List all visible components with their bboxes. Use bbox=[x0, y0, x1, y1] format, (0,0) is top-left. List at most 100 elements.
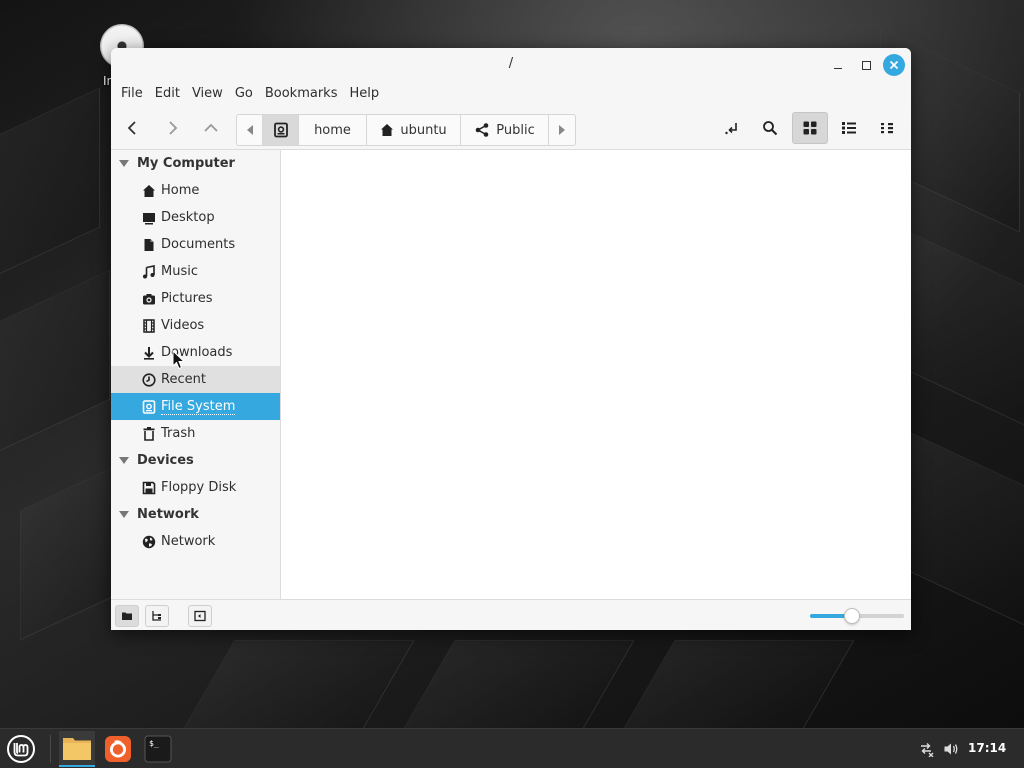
search-icon bbox=[763, 121, 778, 136]
chevron-left-icon bbox=[127, 121, 136, 135]
back-button[interactable] bbox=[121, 116, 145, 140]
taskbar-firefox-button[interactable] bbox=[100, 731, 136, 767]
pathbar-root[interactable] bbox=[263, 115, 299, 145]
titlebar[interactable]: / bbox=[111, 48, 911, 82]
trash-icon bbox=[141, 426, 157, 442]
drive-icon bbox=[141, 399, 157, 415]
sidebar-section-my-computer[interactable]: My Computer bbox=[111, 150, 280, 177]
folder-icon bbox=[122, 612, 132, 620]
taskbar-clock[interactable]: 17:14 bbox=[968, 741, 1006, 755]
menu-help[interactable]: Help bbox=[347, 82, 387, 106]
pathbar-segment-home[interactable]: home bbox=[299, 115, 367, 145]
search-button[interactable] bbox=[752, 112, 788, 144]
taskbar-terminal-button[interactable]: $_ bbox=[140, 731, 176, 767]
sidebar-item-label: Recent bbox=[161, 372, 206, 387]
zoom-slider-handle[interactable] bbox=[844, 608, 860, 624]
sidebar-item-videos[interactable]: Videos bbox=[111, 312, 280, 339]
menu-go[interactable]: Go bbox=[233, 82, 261, 106]
share-icon bbox=[475, 123, 489, 137]
film-icon bbox=[141, 318, 157, 334]
taskbar: $_ 17:14 bbox=[0, 728, 1024, 768]
mouse-cursor-icon bbox=[172, 350, 186, 370]
network-tray-icon[interactable] bbox=[916, 739, 936, 759]
compact-view-icon bbox=[881, 123, 893, 134]
file-view-area[interactable] bbox=[282, 150, 911, 599]
files-icon bbox=[63, 738, 91, 760]
close-icon[interactable] bbox=[883, 54, 905, 76]
sidebar-item-label: Documents bbox=[161, 237, 236, 252]
music-icon bbox=[141, 264, 157, 280]
menu-file[interactable]: File bbox=[119, 82, 151, 106]
sidebar-item-network[interactable]: Network bbox=[111, 528, 280, 555]
sidebar-item-label: Videos bbox=[161, 318, 205, 333]
show-places-button[interactable] bbox=[115, 605, 139, 627]
menu-bookmarks[interactable]: Bookmarks bbox=[263, 82, 346, 106]
sidebar-section-network[interactable]: Network bbox=[111, 501, 280, 528]
home-icon bbox=[141, 183, 157, 199]
document-icon bbox=[141, 237, 157, 253]
firefox-icon bbox=[105, 736, 131, 762]
expander-down-icon bbox=[119, 160, 129, 167]
sidebar-item-floppy-disk[interactable]: Floppy Disk bbox=[111, 474, 280, 501]
volume-tray-icon[interactable] bbox=[941, 739, 961, 759]
pathbar: home ubuntu Public bbox=[236, 114, 576, 146]
icon-view-icon bbox=[803, 121, 817, 135]
drive-icon bbox=[273, 122, 288, 138]
pathbar-segment-ubuntu[interactable]: ubuntu bbox=[367, 115, 461, 145]
triangle-right-icon bbox=[559, 125, 565, 135]
forward-button[interactable] bbox=[160, 116, 184, 140]
sidebar-toggle-icon bbox=[194, 610, 206, 622]
window-title: / bbox=[508, 56, 514, 71]
pathbar-segment-public[interactable]: Public bbox=[461, 115, 549, 145]
sidebar-section-title: Devices bbox=[137, 453, 194, 468]
up-button[interactable] bbox=[199, 116, 223, 140]
mint-menu-button[interactable] bbox=[4, 732, 38, 766]
toggle-sidebar-button[interactable] bbox=[188, 605, 212, 627]
sidebar: My Computer Home Desktop Documents Music… bbox=[111, 150, 281, 599]
taskbar-files-button[interactable] bbox=[59, 731, 95, 767]
terminal-icon: $_ bbox=[144, 735, 172, 763]
sidebar-item-label: Desktop bbox=[161, 210, 215, 225]
sidebar-item-documents[interactable]: Documents bbox=[111, 231, 280, 258]
floppy-icon bbox=[141, 480, 157, 496]
sidebar-item-recent[interactable]: Recent bbox=[111, 366, 280, 393]
pathbar-scroll-left[interactable] bbox=[237, 115, 263, 145]
statusbar bbox=[111, 599, 911, 630]
menu-edit[interactable]: Edit bbox=[153, 82, 188, 106]
sidebar-item-music[interactable]: Music bbox=[111, 258, 280, 285]
home-icon bbox=[381, 124, 394, 136]
globe-icon bbox=[141, 534, 157, 550]
list-view-button[interactable] bbox=[831, 112, 867, 144]
pathbar-label: ubuntu bbox=[400, 122, 447, 138]
show-tree-button[interactable] bbox=[145, 605, 169, 627]
triangle-left-icon bbox=[246, 125, 253, 135]
sidebar-item-home[interactable]: Home bbox=[111, 177, 280, 204]
compact-view-button[interactable] bbox=[869, 112, 905, 144]
sidebar-item-label: File System bbox=[161, 398, 236, 415]
pathbar-label: home bbox=[314, 122, 351, 138]
menu-view[interactable]: View bbox=[190, 82, 231, 106]
toolbar: home ubuntu Public bbox=[111, 106, 911, 150]
expander-down-icon bbox=[119, 457, 129, 464]
chevron-up-icon bbox=[204, 123, 218, 132]
zoom-slider[interactable] bbox=[810, 608, 904, 624]
sidebar-section-title: Network bbox=[137, 507, 199, 522]
sidebar-item-trash[interactable]: Trash bbox=[111, 420, 280, 447]
maximize-icon[interactable] bbox=[855, 54, 877, 76]
sidebar-item-pictures[interactable]: Pictures bbox=[111, 285, 280, 312]
sidebar-item-desktop[interactable]: Desktop bbox=[111, 204, 280, 231]
sidebar-item-file-system[interactable]: File System bbox=[111, 393, 280, 420]
list-view-icon bbox=[842, 122, 856, 134]
file-manager-window: / File Edit View Go Bookmarks Help home … bbox=[111, 48, 911, 630]
location-toggle-button[interactable] bbox=[714, 112, 750, 144]
sidebar-item-downloads[interactable]: Downloads bbox=[111, 339, 280, 366]
desktop-icon bbox=[141, 210, 157, 226]
pathbar-scroll-right[interactable] bbox=[549, 115, 575, 145]
download-icon bbox=[141, 345, 157, 361]
icon-view-button[interactable] bbox=[792, 112, 828, 144]
minimize-icon[interactable] bbox=[827, 54, 849, 76]
sidebar-section-devices[interactable]: Devices bbox=[111, 447, 280, 474]
sidebar-item-label: Network bbox=[161, 534, 216, 549]
clock-icon bbox=[141, 372, 157, 388]
pathbar-label: Public bbox=[496, 122, 535, 138]
